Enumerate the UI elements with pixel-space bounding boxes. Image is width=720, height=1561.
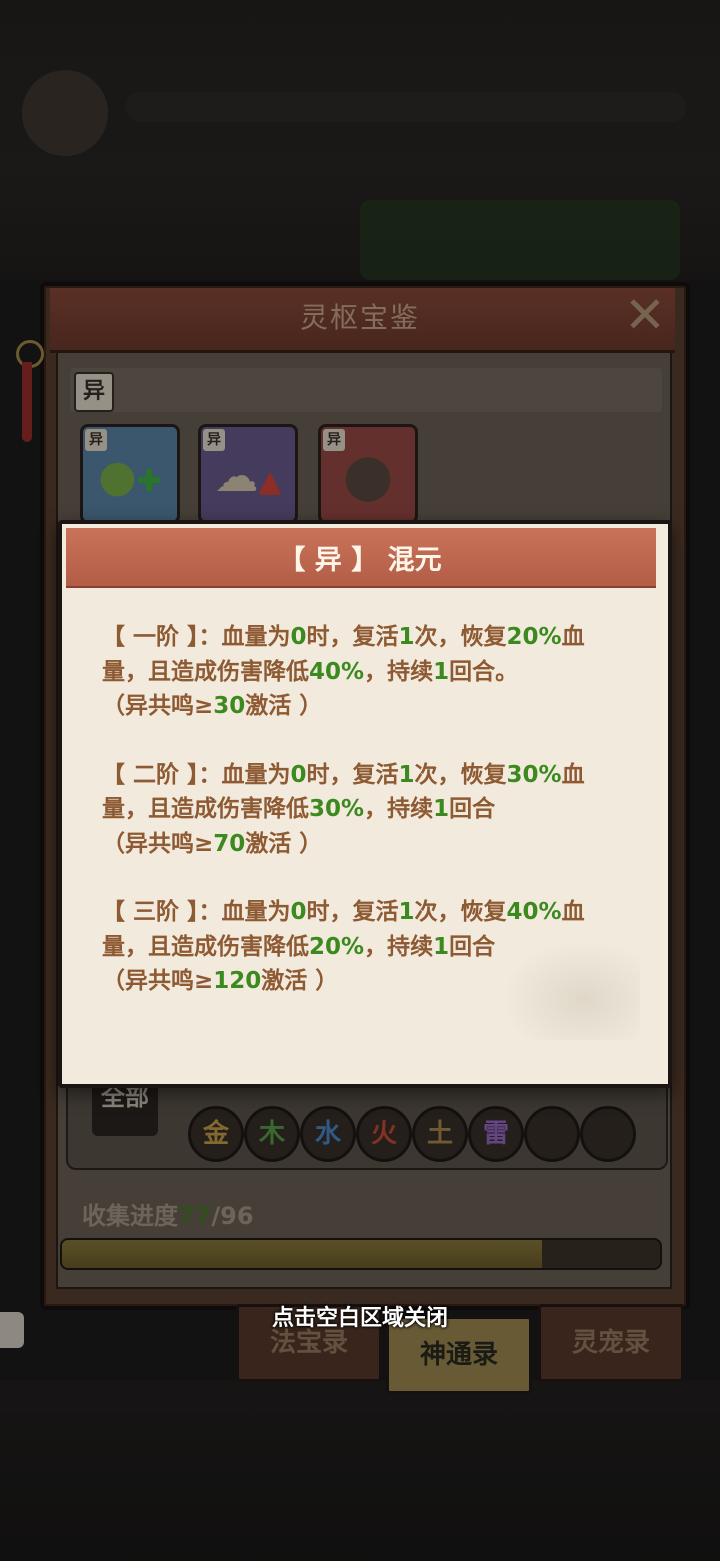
tier-1-text: 【 一阶 】：血量为0时，复活1次，恢复20%血量，且造成伤害降低40%，持续1… — [102, 624, 585, 719]
tier-2-text: 【 二阶 】：血量为0时，复活1次，恢复30%血量，且造成伤害降低30%，持续1… — [102, 761, 585, 857]
tier-3-text: 【 三阶 】：血量为0时，复活1次，恢复40%血量，且造成伤害降低20%，持续1… — [102, 899, 585, 994]
close-hint: 点击空白区域关闭 — [271, 1306, 448, 1331]
popup-description: 【 一阶 】：血量为0时，复活1次，恢复20%血量，且造成伤害降低40%，持续1… — [102, 620, 622, 1033]
popup-title: 【 异 】 混元 — [278, 545, 442, 576]
